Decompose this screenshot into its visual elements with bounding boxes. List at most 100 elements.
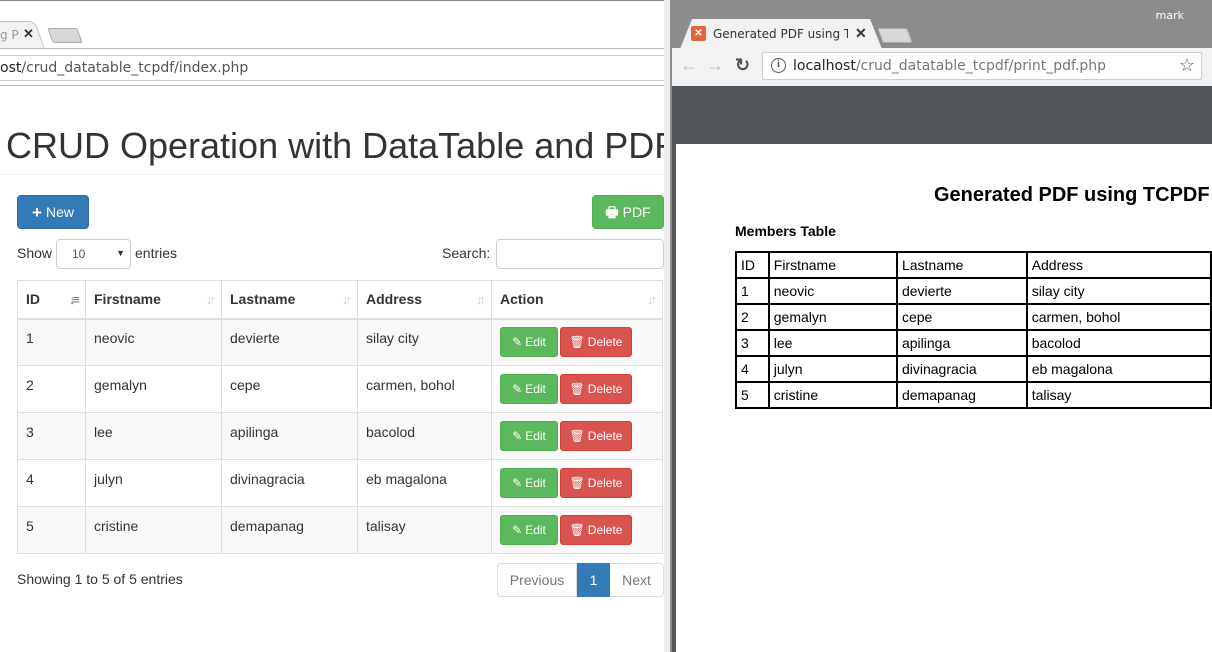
cell-firstname: lee <box>85 412 222 460</box>
print-icon: 🖶 <box>605 204 619 220</box>
pdf-column-header: Lastname <box>895 251 1028 279</box>
new-tab-button[interactable] <box>877 28 913 43</box>
pdf-cell: demapanag <box>895 381 1028 409</box>
cell-lastname: demapanag <box>221 506 358 554</box>
edit-button[interactable]: ✎ Edit <box>500 468 558 498</box>
entries-length-select[interactable]: 10 ▼ <box>56 239 131 269</box>
trash-icon: 🗑 <box>569 476 585 490</box>
bookmark-star-icon[interactable]: ☆ <box>1179 55 1195 76</box>
new-tab-button[interactable] <box>47 28 83 43</box>
next-page-button[interactable]: Next <box>610 563 664 597</box>
browser-toolbar: ← → ↻ i localhost/crud_datatable_tcpdf/p… <box>672 48 1212 86</box>
pdf-table-row: 4 julyn divinagracia eb magalona <box>735 355 1212 383</box>
delete-label: Delete <box>587 523 623 537</box>
pdf-subtitle: Members Table <box>735 223 836 239</box>
cell-address: bacolod <box>357 412 492 460</box>
back-arrow-icon[interactable]: ← <box>680 55 698 76</box>
pdf-cell: julyn <box>767 355 898 383</box>
close-tab-icon[interactable]: ✕ <box>23 26 34 42</box>
trash-icon: 🗑 <box>569 382 585 396</box>
pdf-table-row: 2 gemalyn cepe carmen, bohol <box>735 303 1212 331</box>
edit-icon: ✎ <box>512 382 523 396</box>
cell-address: carmen, bohol <box>357 365 492 413</box>
browser-tab-pdf[interactable]: ✕ Generated PDF using TCPDF ✕ <box>680 19 882 49</box>
url-path: /crud_datatable_tcpdf/print_pdf.php <box>855 58 1107 74</box>
pdf-title: Generated PDF using TCPDF <box>934 184 1210 206</box>
profile-name[interactable]: mark <box>1156 9 1184 22</box>
url-host: ost <box>0 60 22 76</box>
column-label: ID <box>26 291 40 308</box>
pdf-table-row: 1 neovic devierte silay city <box>735 277 1212 305</box>
column-header-id[interactable]: ID ↓≡ <box>17 280 86 320</box>
cell-id: 4 <box>17 459 86 507</box>
pdf-button-label: PDF <box>622 204 651 220</box>
edit-icon: ✎ <box>512 476 523 490</box>
edit-label: Edit <box>525 523 546 537</box>
delete-button[interactable]: 🗑 Delete <box>560 515 632 545</box>
tab-strip: g P ✕ <box>0 1 670 49</box>
column-header-address[interactable]: Address ↓↑ <box>357 280 492 320</box>
delete-label: Delete <box>587 429 623 443</box>
column-label: Lastname <box>230 291 296 308</box>
search-input[interactable] <box>496 239 664 269</box>
delete-button[interactable]: 🗑 Delete <box>560 374 632 404</box>
title-divider <box>0 174 670 175</box>
delete-button[interactable]: 🗑 Delete <box>560 327 632 358</box>
pdf-cell: cepe <box>895 303 1028 331</box>
new-member-button[interactable]: + New <box>17 195 89 229</box>
forward-arrow-icon[interactable]: → <box>706 55 724 76</box>
column-header-firstname[interactable]: Firstname ↓↑ <box>85 280 222 320</box>
edit-button[interactable]: ✎ Edit <box>500 421 558 451</box>
table-info: Showing 1 to 5 of 5 entries <box>17 571 183 587</box>
column-header-lastname[interactable]: Lastname ↓↑ <box>221 280 358 320</box>
pdf-cell: cristine <box>767 381 898 409</box>
page-1-button[interactable]: 1 <box>577 563 610 597</box>
delete-button[interactable]: 🗑 Delete <box>560 421 632 451</box>
cell-lastname: divinagracia <box>221 459 358 507</box>
pdf-table-header-row: ID Firstname Lastname Address <box>735 251 1212 279</box>
pdf-column-header: Firstname <box>767 251 898 279</box>
url-text[interactable]: ost/crud_datatable_tcpdf/index.php <box>0 60 248 76</box>
tab-title: Generated PDF using TCPDF <box>713 27 848 41</box>
info-icon[interactable]: i <box>771 58 786 73</box>
url-host: localhost <box>793 58 856 74</box>
table-row: 4 julyn divinagracia eb magalona ✎ Edit 🗑 Delet… <box>17 459 663 507</box>
url-path: /crud_datatable_tcpdf/index.php <box>21 60 249 76</box>
previous-page-button[interactable]: Previous <box>497 563 577 597</box>
pdf-column-header: ID <box>735 251 770 279</box>
cell-id: 3 <box>17 412 86 460</box>
table-row: 5 cristine demapanag talisay ✎ Edit 🗑 Delete <box>17 506 663 554</box>
browser-window-crud: g P ✕ ost/crud_datatable_tcpdf/index.php… <box>0 0 676 652</box>
entries-length-value: 10 <box>72 247 86 261</box>
pdf-cell: carmen, bohol <box>1025 303 1212 331</box>
sort-icon: ↓↑ <box>476 292 486 307</box>
edit-button[interactable]: ✎ Edit <box>500 515 558 545</box>
edit-button[interactable]: ✎ Edit <box>500 374 558 404</box>
table-row: 1 neovic devierte silay city ✎ Edit 🗑 Delete <box>17 318 663 366</box>
delete-button[interactable]: 🗑 Delete <box>560 468 632 498</box>
edit-label: Edit <box>525 429 546 443</box>
browser-window-pdf: mark ✕ Generated PDF using TCPDF ✕ ← → ↻… <box>668 0 1212 652</box>
sort-icon: ↓↑ <box>206 292 216 307</box>
pdf-cell: silay city <box>1025 277 1212 305</box>
delete-label: Delete <box>587 335 623 350</box>
new-button-label: New <box>45 204 74 220</box>
members-table: ID ↓≡ Firstname ↓↑ Lastname ↓↑ Address ↓↑ Ac… <box>17 280 663 554</box>
edit-label: Edit <box>525 335 546 350</box>
column-header-action[interactable]: Action ↓↑ <box>491 280 663 320</box>
pdf-cell: devierte <box>895 277 1028 305</box>
delete-label: Delete <box>587 382 623 396</box>
cell-action: ✎ Edit 🗑 Delete <box>491 412 663 460</box>
reload-icon[interactable]: ↻ <box>735 55 750 76</box>
pdf-page: Generated PDF using TCPDF Members Table … <box>676 144 1212 652</box>
window-divider <box>664 0 670 652</box>
edit-button[interactable]: ✎ Edit <box>500 327 558 358</box>
close-tab-icon[interactable]: ✕ <box>855 25 867 42</box>
cell-action: ✎ Edit 🗑 Delete <box>491 506 663 554</box>
pdf-column-header: Address <box>1025 251 1212 279</box>
pdf-cell: bacolod <box>1025 329 1212 357</box>
generate-pdf-button[interactable]: 🖶 PDF <box>592 195 664 229</box>
url-field[interactable]: i localhost/crud_datatable_tcpdf/print_p… <box>762 52 1202 80</box>
pdf-cell: 4 <box>735 355 770 383</box>
pdf-cell: 5 <box>735 381 770 409</box>
